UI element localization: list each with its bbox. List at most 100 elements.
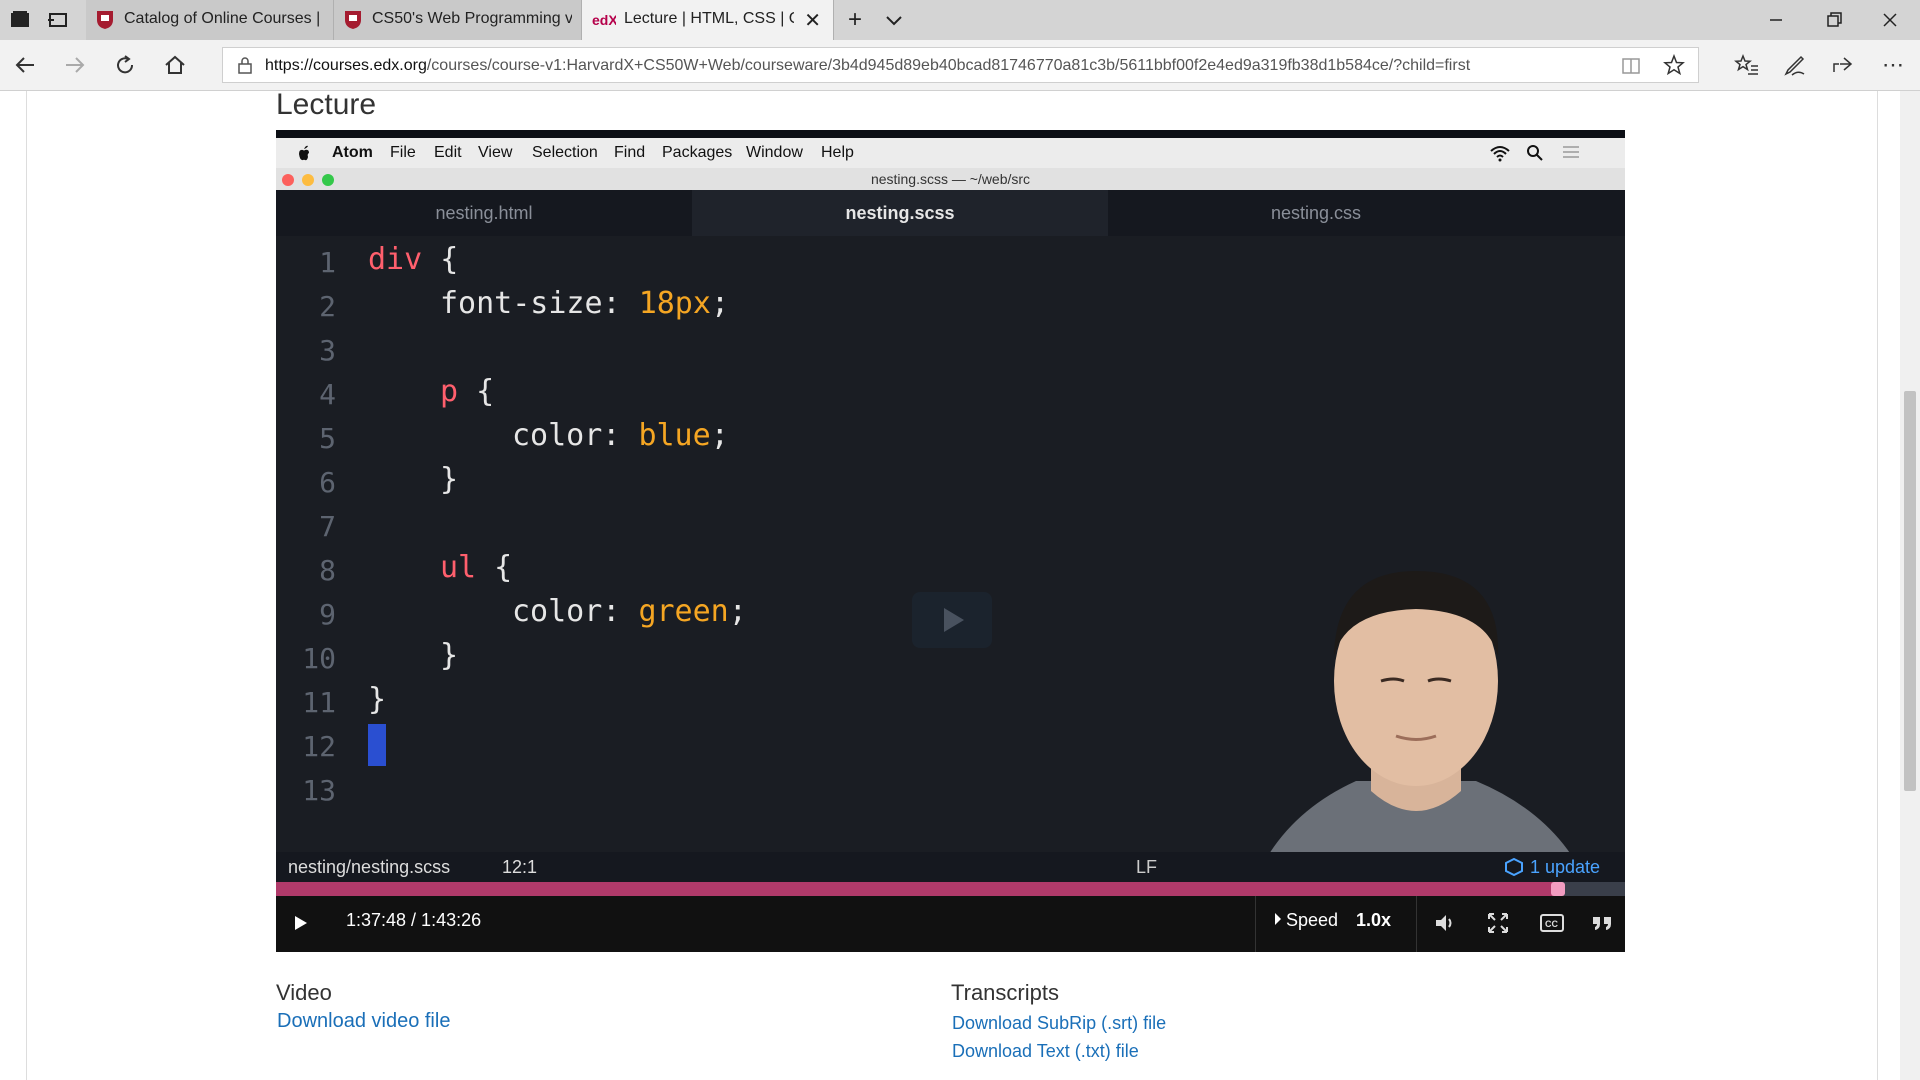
video-time: 1:37:48 / 1:43:26 [346,910,482,930]
tab-label: Lecture | HTML, CSS | C: [624,10,794,27]
code-value: blue [638,418,711,453]
tab-lecture[interactable]: edX Lecture | HTML, CSS | C: ✕ [582,0,834,40]
code-line-11: } [368,682,387,717]
back-arrow-icon[interactable] [12,52,38,78]
close-window-icon[interactable] [1878,8,1902,32]
chevron-down-icon[interactable] [882,8,906,32]
line-number: 2 [319,290,336,323]
code-property: font-size: [440,286,639,321]
speed-value: 1.0x [1356,910,1392,930]
refresh-icon[interactable] [112,52,138,78]
play-overlay-icon[interactable] [912,592,992,648]
editor-tab-scss: nesting.scss [692,190,1108,236]
download-srt-link[interactable]: Download SubRip (.srt) file [952,1013,1166,1034]
spotlight-search-icon [1526,144,1544,167]
code-value: green [638,594,729,629]
new-tab-icon[interactable]: + [843,8,867,32]
edx-icon: edX [592,10,618,30]
menu-view: View [478,144,513,161]
url-path: /courses/course-v1:HarvardX+CS50W+Web/co… [426,57,1471,74]
address-bar[interactable]: https://courses.edx.org/courses/course-v… [222,47,1699,83]
minimize-icon[interactable] [1764,8,1788,32]
favorites-list-icon[interactable] [1734,52,1760,78]
home-icon[interactable] [162,52,188,78]
code-line-5: color: blue; [512,418,729,453]
video-progress-bar[interactable] [276,882,1625,896]
line-number: 8 [319,554,336,587]
browser-tab-bar: Catalog of Online Courses | CS50's Web P… [0,0,1920,40]
line-number: 9 [319,598,336,631]
line-number: 7 [319,510,336,543]
content-border [26,91,27,1080]
share-icon[interactable] [1830,52,1856,78]
volume-icon[interactable] [1431,909,1459,937]
speed-label: Speed [1286,910,1339,930]
tab-actions-icon[interactable] [8,8,32,32]
menu-atom: Atom [332,144,373,161]
pen-notes-icon[interactable] [1782,52,1808,78]
caret-right-icon [1274,912,1282,931]
menu-selection: Selection [532,144,598,161]
code-editor: 1 2 3 4 5 6 7 8 9 10 11 12 13 div { font… [276,236,1625,952]
wifi-icon [1489,144,1511,167]
speed-control[interactable]: Speed 1.0x [1256,896,1416,952]
tab-cs50-web[interactable]: CS50's Web Programming v [334,0,582,40]
set-tabs-aside-icon[interactable] [46,8,70,32]
line-number: 1 [319,246,336,279]
line-number: 5 [319,422,336,455]
transcript-quote-icon[interactable] [1588,909,1616,937]
code-property: color: [512,594,639,629]
svg-text:CC: CC [1545,919,1558,929]
code-text: { [422,242,459,277]
code-selector: div [368,242,423,277]
line-number: 3 [319,334,336,367]
close-tab-icon[interactable]: ✕ [804,8,821,33]
code-value: 18px [638,286,711,321]
forward-arrow-icon[interactable] [62,52,88,78]
tab-label: CS50's Web Programming v [372,10,572,27]
tab-catalog[interactable]: Catalog of Online Courses | [86,0,334,40]
code-text: ; [710,286,729,321]
download-txt-link[interactable]: Download Text (.txt) file [952,1041,1139,1062]
url-text: https://courses.edx.org/courses/course-v… [265,57,1470,75]
line-number: 10 [302,642,336,675]
menu-packages: Packages [662,144,733,161]
editor-window-titlebar: nesting.scss — ~/web/src [276,168,1625,190]
fullscreen-icon[interactable] [1484,909,1512,937]
menu-help: Help [821,144,854,161]
favorite-star-icon[interactable] [1663,53,1685,81]
tab-label: Catalog of Online Courses | [124,10,321,27]
line-number: 4 [319,378,336,411]
transcripts-section-heading: Transcripts [951,980,1059,1005]
code-text: { [476,550,513,585]
video-player[interactable]: Atom File Edit View Selection Find Packa… [276,130,1625,952]
code-line-4: p { [440,374,494,409]
reading-view-icon[interactable] [1621,56,1641,81]
more-icon[interactable]: ⋯ [1880,52,1906,78]
code-line-1: div { [368,242,458,277]
code-line-9: color: green; [512,594,747,629]
code-selector: ul [440,550,477,585]
page-scrollbar[interactable] [1900,91,1920,1080]
video-progress-handle[interactable] [1551,882,1565,896]
package-update-icon [1504,857,1524,882]
closed-captions-icon[interactable]: CC [1538,909,1566,937]
harvard-shield-icon [96,10,114,30]
harvard-shield-icon [344,10,362,30]
scrollbar-thumb[interactable] [1904,391,1916,791]
notification-center-icon [1561,144,1581,165]
editor-status-bar: nesting/nesting.scss 12:1 LF 1 update [276,852,1625,882]
download-video-link[interactable]: Download video file [277,1010,450,1033]
code-line-6: } [440,462,459,497]
code-text: { [458,374,495,409]
mac-menu-bar: Atom File Edit View Selection Find Packa… [276,138,1625,168]
menu-file: File [390,144,416,161]
status-line-ending: LF [1136,857,1158,877]
editor-tabs: nesting.html nesting.scss nesting.css [276,190,1625,236]
restore-icon[interactable] [1822,8,1846,32]
browser-nav-bar: https://courses.edx.org/courses/course-v… [0,40,1920,91]
apple-icon [296,144,312,167]
play-icon[interactable] [286,909,314,937]
divider [1416,896,1417,952]
text-cursor [368,724,386,766]
